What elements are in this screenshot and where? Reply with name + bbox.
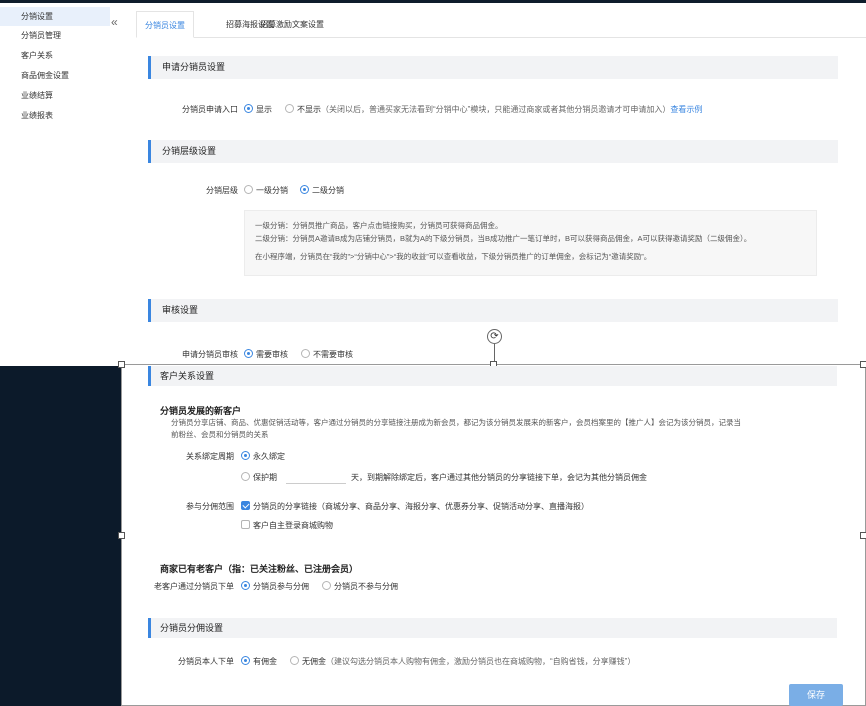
sidebar-item-distributor-management[interactable]: 分销员管理 bbox=[0, 26, 110, 45]
section-level-header: 分销层级设置 bbox=[148, 140, 838, 163]
review-no-need-option[interactable]: 不需要审核 bbox=[301, 349, 353, 360]
level-two-option[interactable]: 二级分销 bbox=[300, 185, 344, 196]
apply-entry-hide-option[interactable]: 不显示（关闭以后，普通买家无法看到“分销中心”模块，只能通过商家或者其他分销员邀… bbox=[285, 104, 702, 115]
review-need-option[interactable]: 需要审核 bbox=[244, 349, 288, 360]
view-example-link[interactable]: 查看示例 bbox=[670, 105, 702, 114]
old-not-join-option[interactable]: 分销员不参与分佣 bbox=[322, 581, 398, 592]
protect-days-note: 天，到期解除绑定后，客户通过其他分销员的分享链接下单，会记为其他分销员佣金 bbox=[351, 473, 647, 482]
tab-distributor-settings[interactable]: 分销员设置 bbox=[136, 11, 194, 38]
self-order-label: 分销员本人下单 bbox=[178, 657, 234, 666]
new-customer-description: 分销员分享店铺、商品、优惠促销活动等，客户通过分销员的分享链接注册成为新会员，都… bbox=[171, 418, 741, 439]
radio-selected-icon[interactable] bbox=[300, 185, 309, 194]
protect-days-input[interactable] bbox=[286, 474, 346, 484]
bind-period-label: 关系绑定周期 bbox=[186, 452, 234, 461]
checkbox-icon[interactable] bbox=[241, 520, 250, 529]
apply-entry-label: 分销员申请入口 bbox=[182, 105, 238, 114]
radio-selected-icon[interactable] bbox=[244, 349, 253, 358]
tab-bar: 分销员设置 招募海报设置 招募激励文案设置 bbox=[136, 11, 866, 38]
background-panel bbox=[0, 366, 122, 706]
sidebar-item-settlement[interactable]: 业绩结算 bbox=[0, 86, 110, 105]
resize-handle-right[interactable] bbox=[860, 532, 866, 539]
rotate-handle-line bbox=[494, 344, 495, 361]
sidebar: 分销设置 分销员管理 客户关系 商品佣金设置 业绩结算 业绩报表 bbox=[0, 5, 122, 366]
radio-icon[interactable] bbox=[241, 472, 250, 481]
bind-protect-option[interactable]: 保护期 bbox=[241, 472, 277, 483]
new-customer-title: 分销员发展的新客户 bbox=[160, 406, 242, 416]
section-customer-header: 客户关系设置 bbox=[148, 366, 837, 386]
level-desc-line: 二级分销：分销员A邀请B成为店铺分销员，B就为A的下级分销员，当B成功推广一笔订… bbox=[255, 234, 752, 243]
level-one-option[interactable]: 一级分销 bbox=[244, 185, 288, 196]
radio-icon[interactable] bbox=[290, 656, 299, 665]
old-join-option[interactable]: 分销员参与分佣 bbox=[241, 581, 309, 592]
sidebar-item-reports[interactable]: 业绩报表 bbox=[0, 106, 110, 125]
sidebar-item-product-commission[interactable]: 商品佣金设置 bbox=[0, 66, 110, 85]
radio-icon[interactable] bbox=[244, 185, 253, 194]
section-commission-header: 分销员分佣设置 bbox=[148, 618, 837, 638]
scope-share-option[interactable]: 分销员的分享链接（商城分享、商品分享、海报分享、优惠券分享、促销活动分享、直播海… bbox=[241, 501, 589, 512]
rotate-icon[interactable]: ⟳ bbox=[487, 329, 502, 344]
level-desc-line: 在小程序端，分销员在“我的”>“分销中心”>“我的收益”可以查看收益，下级分销员… bbox=[255, 252, 652, 261]
radio-icon[interactable] bbox=[285, 104, 294, 113]
bind-forever-option[interactable]: 永久绑定 bbox=[241, 451, 285, 462]
review-label: 申请分销员审核 bbox=[182, 350, 238, 359]
resize-handle-left[interactable] bbox=[118, 532, 125, 539]
radio-selected-icon[interactable] bbox=[241, 656, 250, 665]
old-customer-label: 老客户通过分销员下单 bbox=[154, 582, 234, 591]
resize-handle-top-left[interactable] bbox=[118, 361, 125, 368]
scope-self-option[interactable]: 客户自主登录商城购物 bbox=[241, 520, 333, 531]
sidebar-item-distribution-settings[interactable]: 分销设置 bbox=[0, 7, 110, 26]
resize-handle-top-right[interactable] bbox=[860, 361, 866, 368]
self-commission-no-option[interactable]: 无佣金（建议勾选分销员本人购物有佣金，激励分销员也在商城购物，“自购省钱，分享赚… bbox=[290, 656, 635, 667]
level-desc-line: 一级分销：分销员推广商品，客户点击链接购买，分销员可获得商品佣金。 bbox=[255, 221, 503, 230]
section-review-header: 审核设置 bbox=[148, 299, 838, 322]
save-button[interactable]: 保存 bbox=[789, 684, 843, 706]
collapse-sidebar-icon[interactable]: « bbox=[111, 16, 118, 28]
old-customer-title: 商家已有老客户（指：已关注粉丝、已注册会员） bbox=[160, 564, 359, 574]
commission-scope-label: 参与分佣范围 bbox=[186, 502, 234, 511]
sidebar-item-customer-relations[interactable]: 客户关系 bbox=[0, 46, 110, 65]
radio-selected-icon[interactable] bbox=[244, 104, 253, 113]
level-label: 分销层级 bbox=[206, 186, 238, 195]
checkbox-checked-icon[interactable] bbox=[241, 501, 250, 510]
top-bar bbox=[0, 0, 866, 3]
apply-entry-show-option[interactable]: 显示 bbox=[244, 104, 272, 115]
section-apply-header: 申请分销员设置 bbox=[148, 56, 838, 79]
radio-selected-icon[interactable] bbox=[241, 451, 250, 460]
self-commission-yes-option[interactable]: 有佣金 bbox=[241, 656, 277, 667]
radio-selected-icon[interactable] bbox=[241, 581, 250, 590]
tab-recruit-copy[interactable]: 招募激励文案设置 bbox=[252, 11, 332, 38]
level-description-box: 一级分销：分销员推广商品，客户点击链接购买，分销员可获得商品佣金。 二级分销：分… bbox=[244, 210, 817, 276]
radio-icon[interactable] bbox=[322, 581, 331, 590]
radio-icon[interactable] bbox=[301, 349, 310, 358]
